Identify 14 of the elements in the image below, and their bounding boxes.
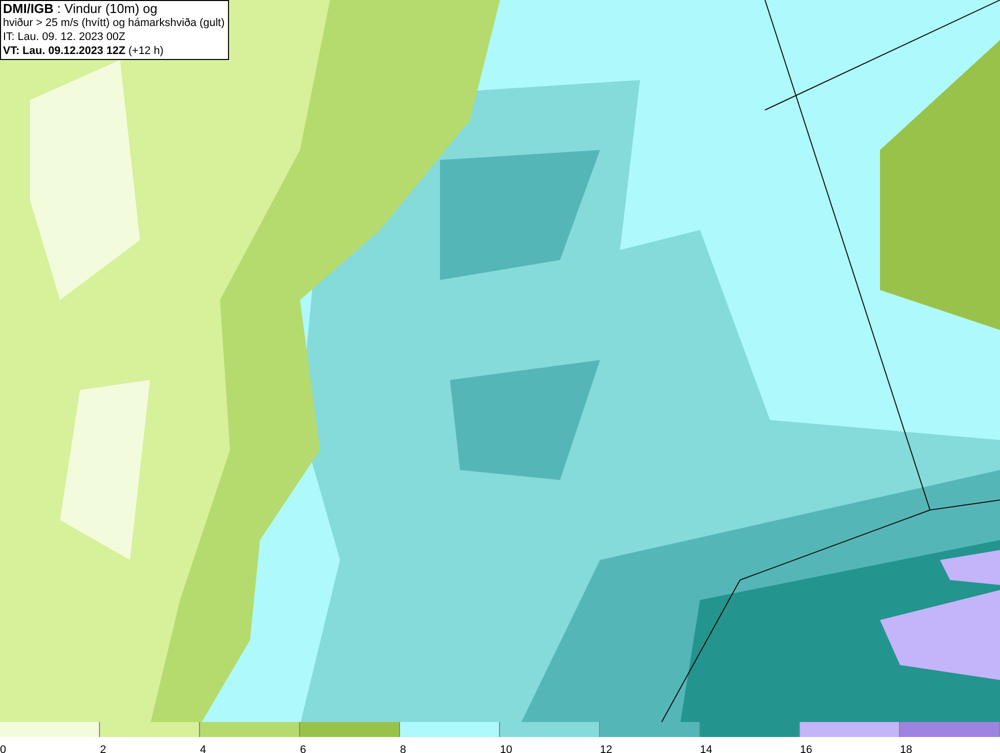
legend-label: 4 <box>200 743 206 753</box>
legend-label: 18 <box>900 743 912 753</box>
legend-label: 14 <box>700 743 712 753</box>
map-title: DMI/IGB : Vindur (10m) og <box>3 2 158 16</box>
legend-label: 10 <box>500 743 512 753</box>
legend-label: 16 <box>800 743 812 753</box>
legend-label: 6 <box>300 743 306 753</box>
legend-label: 12 <box>600 743 612 753</box>
legend-label: 0 <box>0 743 6 753</box>
info-text: IT: Lau. 09. 12. 2023 00Z <box>3 30 126 44</box>
info-text: hviður > 25 m/s (hvítt) og hámarkshviða (gult) <box>3 16 226 30</box>
legend-label: 2 <box>100 743 106 753</box>
legend-label: 8 <box>400 743 406 753</box>
info-text: VT: Lau. 09.12.2023 12Z (+12 h) <box>3 44 165 58</box>
